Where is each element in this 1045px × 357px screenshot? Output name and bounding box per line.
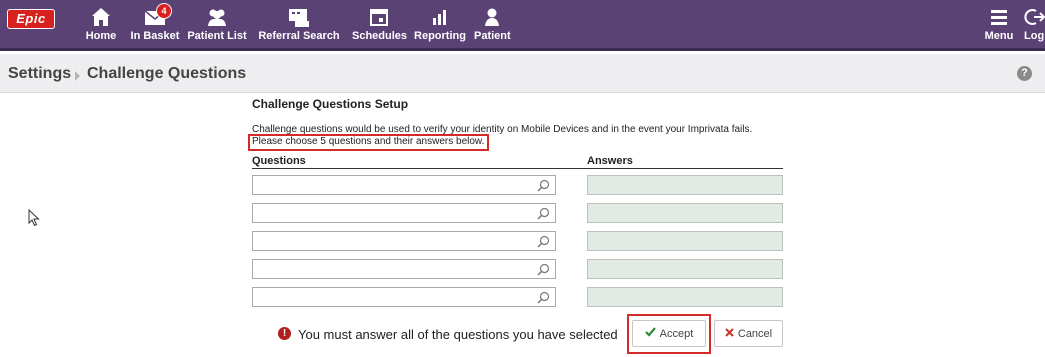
nav-schedules-label: Schedules [352,30,408,42]
search-icon[interactable] [537,263,550,281]
breadcrumb-settings[interactable]: Settings [8,65,71,83]
answer-field-1[interactable] [587,175,783,195]
question-field-3[interactable] [252,231,556,251]
nav-logout-label: Log O [1024,30,1045,42]
nav-patient-label: Patient [474,30,511,42]
nav-schedules[interactable]: Schedules [352,6,408,46]
referral-icon [255,6,343,28]
nav-menu-label: Menu [984,30,1014,42]
logout-icon [1024,6,1045,28]
setup-title: Challenge Questions Setup [252,97,409,111]
nav-in-basket-label: In Basket [130,30,180,42]
cancel-button[interactable]: Cancel [714,320,783,347]
breadcrumb: Settings Challenge Questions ? [0,54,1045,93]
nav-reporting[interactable]: Reporting [414,6,466,46]
close-icon [725,327,734,340]
help-icon[interactable]: ? [1017,66,1032,81]
question-field-4[interactable] [252,259,556,279]
nav-logout[interactable]: Log O [1024,6,1045,46]
search-icon[interactable] [537,291,550,309]
accept-button[interactable]: Accept [632,320,706,347]
mouse-cursor-icon [28,208,40,232]
search-icon[interactable] [537,207,550,225]
question-field-2[interactable] [252,203,556,223]
nav-referral-search-label: Referral Search [258,30,340,42]
answer-field-4[interactable] [587,259,783,279]
answer-field-3[interactable] [587,231,783,251]
search-icon[interactable] [537,235,550,253]
calendar-icon [352,6,406,28]
nav-menu[interactable]: Menu [982,6,1016,46]
instruction-highlight [248,134,489,151]
error-message: You must answer all of the questions you… [298,327,618,342]
nav-patient[interactable]: Patient [474,6,511,46]
header-divider [252,168,783,169]
nav-patient-list[interactable]: Patient List [186,6,248,46]
error-icon: ! [278,327,291,340]
answer-field-2[interactable] [587,203,783,223]
accept-label: Accept [659,327,694,340]
search-icon[interactable] [537,179,550,197]
nav-referral-search[interactable]: Referral Search [255,6,343,46]
answer-field-5[interactable] [587,287,783,307]
checkmark-icon [644,327,656,340]
home-icon [84,6,118,28]
questions-header: Questions [252,155,306,167]
chevron-right-icon [75,68,81,86]
nav-patient-list-label: Patient List [187,30,247,42]
in-basket-badge: 4 [156,3,172,19]
question-field-5[interactable] [252,287,556,307]
question-field-1[interactable] [252,175,556,195]
hamburger-icon [982,6,1016,28]
answers-header: Answers [587,155,633,167]
person-icon [474,6,510,28]
nav-home[interactable]: Home [84,6,118,46]
bar-chart-icon [414,6,466,28]
top-nav-bar: Epic Home 4 In Basket Patient List Refer… [0,0,1045,51]
nav-reporting-label: Reporting [414,30,466,42]
epic-logo[interactable]: Epic [7,9,55,29]
patients-icon [186,6,248,28]
page-title: Challenge Questions [87,65,247,82]
nav-in-basket[interactable]: 4 In Basket [130,3,180,46]
cancel-label: Cancel [737,327,773,340]
envelope-icon: 4 [130,3,180,28]
nav-home-label: Home [85,30,117,42]
